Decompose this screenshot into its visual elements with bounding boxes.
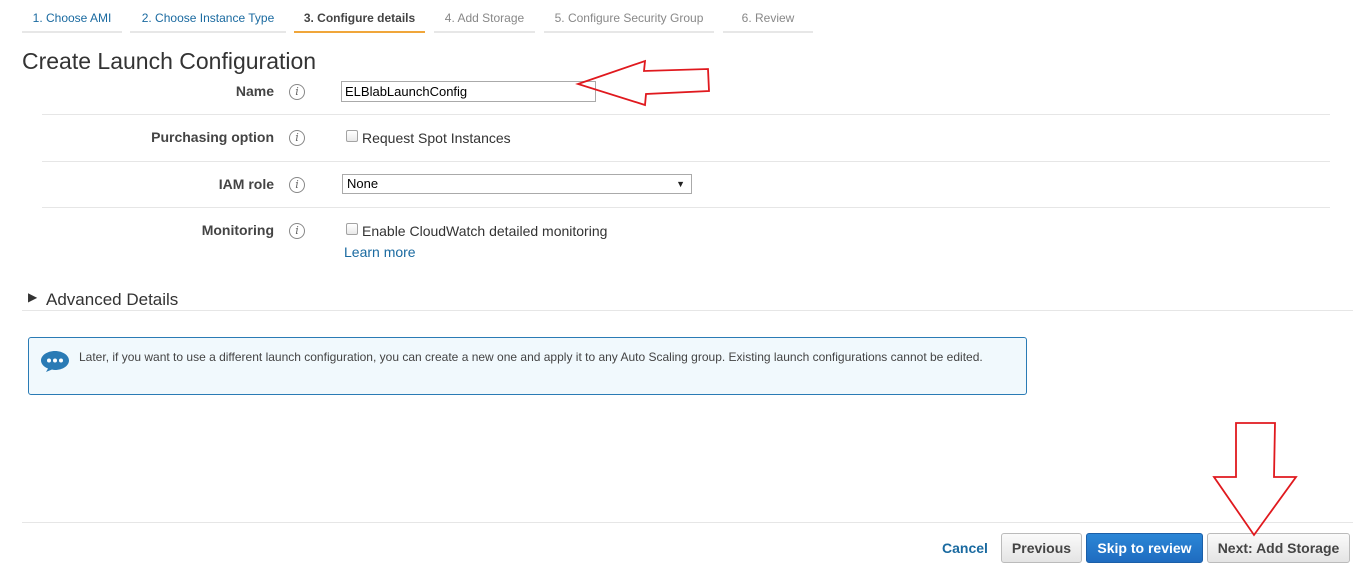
caret-down-icon: ▼ xyxy=(676,179,685,189)
cancel-button[interactable]: Cancel xyxy=(933,533,997,563)
step-add-storage[interactable]: 4. Add Storage xyxy=(434,0,535,33)
step-choose-ami[interactable]: 1. Choose AMI xyxy=(22,0,122,33)
divider xyxy=(42,114,1330,115)
divider xyxy=(42,161,1330,162)
info-icon[interactable]: i xyxy=(289,177,305,193)
step-review[interactable]: 6. Review xyxy=(723,0,813,33)
cloudwatch-monitoring-checkbox[interactable] xyxy=(346,223,358,235)
learn-more-link[interactable]: Learn more xyxy=(344,244,416,260)
iam-role-label: IAM role xyxy=(218,176,274,192)
info-message-text: Later, if you want to use a different la… xyxy=(79,350,983,364)
name-label: Name xyxy=(235,83,274,99)
info-icon[interactable]: i xyxy=(289,223,305,239)
request-spot-instances-checkbox[interactable] xyxy=(346,130,358,142)
purchasing-option-label: Purchasing option xyxy=(151,129,274,145)
annotation-arrow-left xyxy=(575,59,710,107)
advanced-details-toggle[interactable]: Advanced Details xyxy=(46,290,178,310)
info-icon[interactable]: i xyxy=(289,84,305,100)
next-add-storage-button[interactable]: Next: Add Storage xyxy=(1207,533,1350,563)
chat-bubble-icon xyxy=(41,351,69,372)
info-icon[interactable]: i xyxy=(289,130,305,146)
divider xyxy=(22,310,1353,311)
footer-divider xyxy=(22,522,1353,523)
skip-to-review-button[interactable]: Skip to review xyxy=(1086,533,1203,563)
cloudwatch-monitoring-label[interactable]: Enable CloudWatch detailed monitoring xyxy=(362,223,607,239)
step-configure-details[interactable]: 3. Configure details xyxy=(294,0,425,33)
iam-role-selected-value: None xyxy=(347,176,379,191)
divider xyxy=(42,207,1330,208)
monitoring-label: Monitoring xyxy=(201,222,274,238)
caret-right-icon[interactable]: ▶ xyxy=(28,290,37,304)
name-input[interactable] xyxy=(341,81,596,102)
page-title: Create Launch Configuration xyxy=(22,48,317,74)
step-choose-instance-type[interactable]: 2. Choose Instance Type xyxy=(130,0,286,33)
previous-button[interactable]: Previous xyxy=(1001,533,1082,563)
iam-role-select[interactable]: None ▼ xyxy=(342,174,692,194)
info-message-box: Later, if you want to use a different la… xyxy=(28,337,1027,395)
step-configure-security-group[interactable]: 5. Configure Security Group xyxy=(544,0,714,33)
request-spot-instances-label[interactable]: Request Spot Instances xyxy=(362,130,511,146)
